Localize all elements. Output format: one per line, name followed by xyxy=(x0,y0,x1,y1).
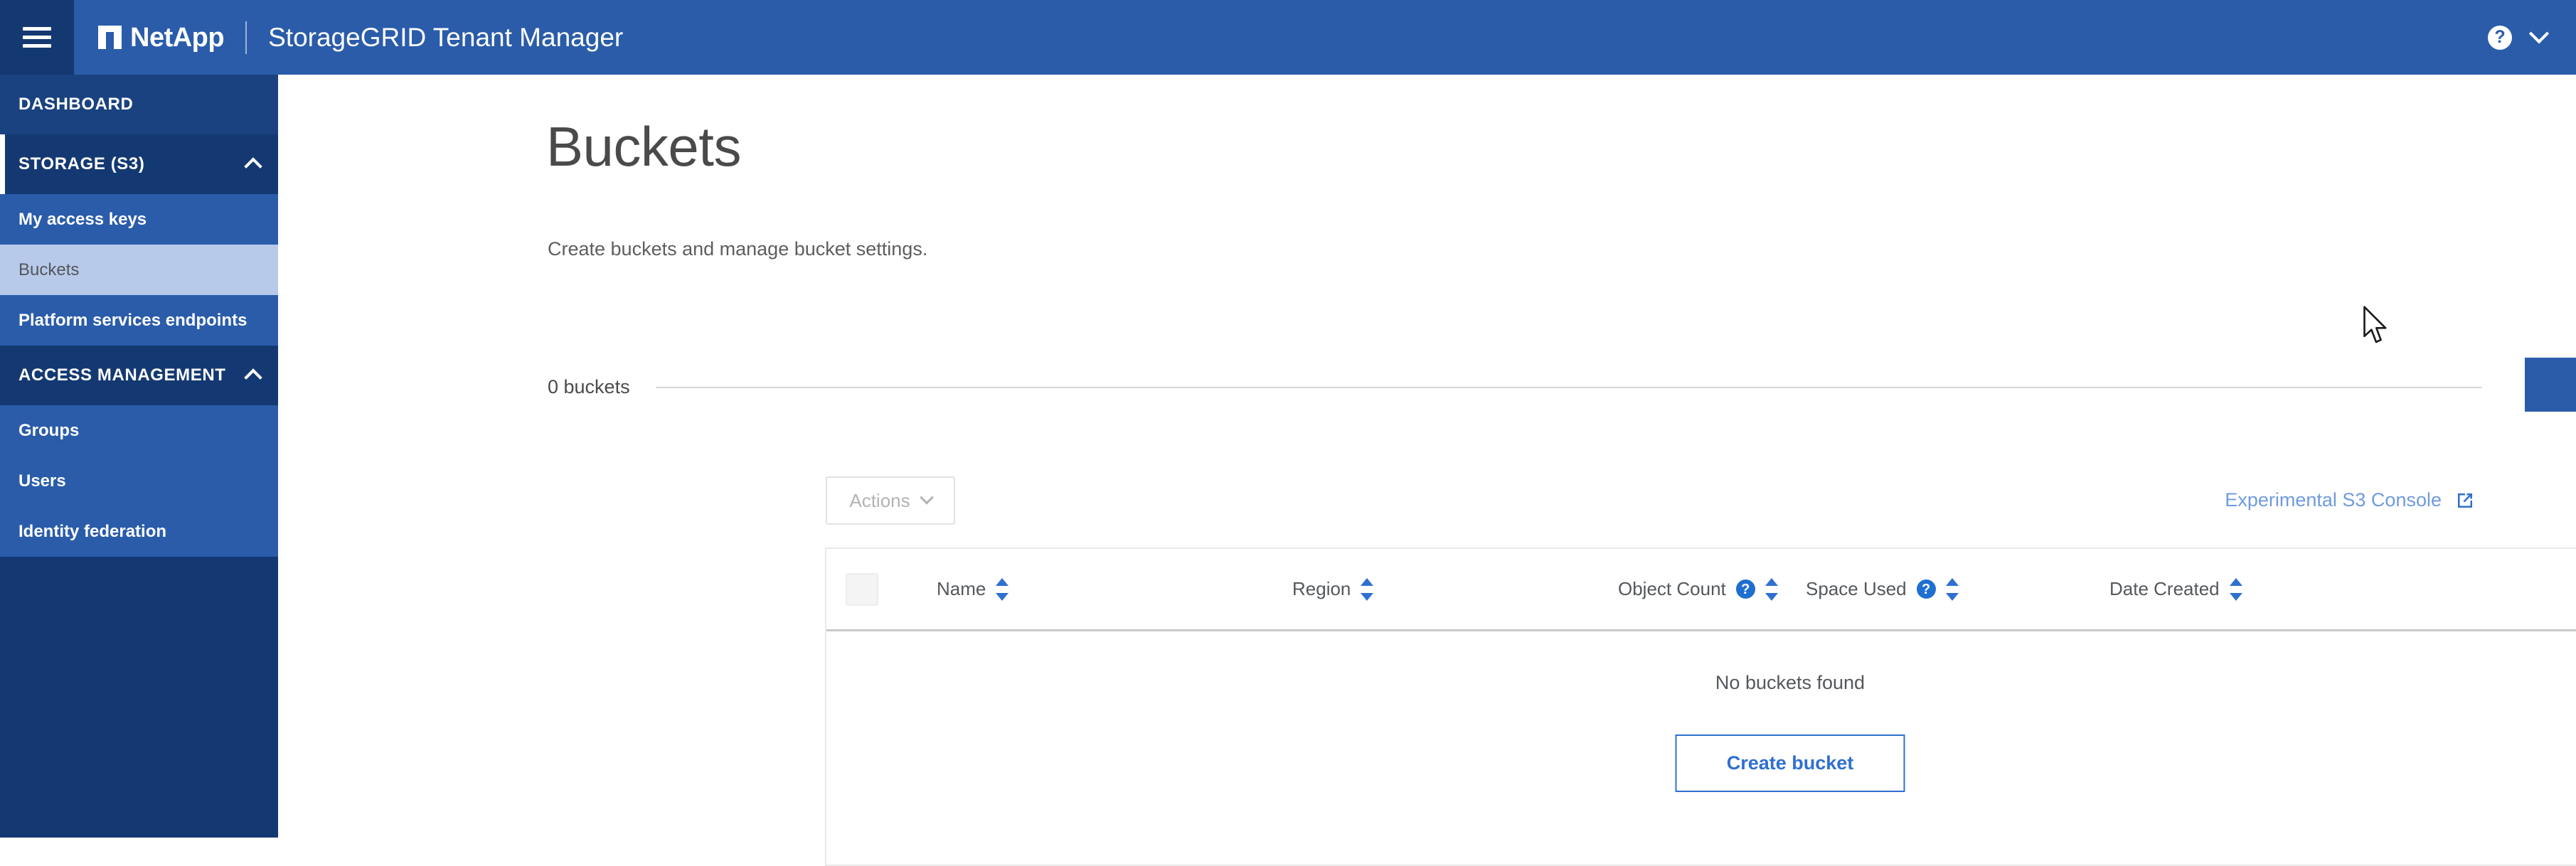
table-empty-state: No buckets found Create bucket xyxy=(826,631,2576,863)
top-bar: NetApp StorageGRID Tenant Manager ? xyxy=(0,0,2576,75)
sidebar-item-label: DASHBOARD xyxy=(18,95,134,114)
sidebar-section-storage[interactable]: STORAGE (S3) xyxy=(0,134,278,194)
empty-state-create-bucket-button[interactable]: Create bucket xyxy=(1675,734,1905,792)
sidebar-section-access-management[interactable]: ACCESS MANAGEMENT xyxy=(0,346,278,405)
sidebar-section-label: ACCESS MANAGEMENT xyxy=(18,365,226,385)
topbar-actions: ? xyxy=(2488,23,2550,50)
sidebar-item-groups[interactable]: Groups xyxy=(0,405,278,456)
create-bucket-button[interactable]: Create bucket xyxy=(2525,358,2576,412)
sidebar-item-label: Identity federation xyxy=(18,521,167,541)
brand: NetApp StorageGRID Tenant Manager xyxy=(98,0,623,75)
brand-divider xyxy=(245,21,248,54)
buckets-table: Name Region Object Count ? Space Used ? … xyxy=(825,547,2576,866)
sidebar-item-my-access-keys[interactable]: My access keys xyxy=(0,194,278,245)
netapp-logo[interactable]: NetApp xyxy=(98,22,225,53)
sidebar-item-label: Buckets xyxy=(18,260,80,279)
hamburger-icon xyxy=(23,22,51,53)
sidebar-item-label: Platform services endpoints xyxy=(18,310,248,330)
column-label: Object Count xyxy=(1618,578,1726,599)
app-title: StorageGRID Tenant Manager xyxy=(268,23,624,52)
chevron-down-icon xyxy=(919,490,934,505)
netapp-wordmark: NetApp xyxy=(130,22,225,53)
bucket-count-label: 0 buckets xyxy=(548,376,630,397)
sidebar-section-label: STORAGE (S3) xyxy=(18,154,145,173)
sidebar-item-buckets[interactable]: Buckets xyxy=(0,245,278,295)
divider xyxy=(655,386,2482,388)
chevron-up-icon xyxy=(244,368,262,387)
table-header-name[interactable]: Name xyxy=(937,577,1009,602)
help-icon[interactable]: ? xyxy=(2488,25,2512,50)
table-header-select-all xyxy=(846,572,878,606)
sidebar-item-label: My access keys xyxy=(18,209,147,229)
table-header-space-used[interactable]: Space Used ? xyxy=(1806,577,1959,602)
actions-dropdown[interactable]: Actions xyxy=(826,476,955,525)
page-title: Buckets xyxy=(546,115,741,178)
page-subtitle: Create buckets and manage bucket setting… xyxy=(548,238,928,260)
sidebar-item-dashboard[interactable]: DASHBOARD xyxy=(0,75,278,134)
external-link-icon xyxy=(2458,493,2472,508)
select-all-checkbox[interactable] xyxy=(846,572,878,606)
table-header-date-created[interactable]: Date Created xyxy=(2109,577,2242,602)
sidebar-item-platform-services-endpoints[interactable]: Platform services endpoints xyxy=(0,295,278,346)
sort-icon[interactable] xyxy=(1765,577,1778,602)
column-label: Name xyxy=(937,578,986,599)
sort-icon[interactable] xyxy=(1361,577,1374,602)
bucket-count-row: 0 buckets xyxy=(548,376,2482,398)
sidebar-item-label: Users xyxy=(18,471,66,491)
column-label: Region xyxy=(1292,578,1351,599)
sort-icon[interactable] xyxy=(1945,577,1959,602)
experimental-s3-console-link[interactable]: Experimental S3 Console xyxy=(2225,489,2476,511)
help-icon[interactable]: ? xyxy=(1735,579,1755,599)
column-label: Space Used xyxy=(1806,578,1907,599)
chevron-up-icon xyxy=(244,157,262,176)
main-content: Buckets Create buckets and manage bucket… xyxy=(278,75,2576,866)
column-label: Date Created xyxy=(2109,578,2220,599)
actions-label: Actions xyxy=(849,489,910,511)
sidebar-item-identity-federation[interactable]: Identity federation xyxy=(0,506,278,557)
netapp-logo-icon xyxy=(98,26,122,49)
sidebar-item-label: Groups xyxy=(18,420,80,440)
sort-icon[interactable] xyxy=(996,577,1009,602)
sidebar: DASHBOARD STORAGE (S3) My access keys Bu… xyxy=(0,75,278,838)
empty-state-message: No buckets found xyxy=(1715,672,1866,693)
table-header-region[interactable]: Region xyxy=(1292,577,1374,602)
sidebar-item-users[interactable]: Users xyxy=(0,456,278,506)
menu-toggle-button[interactable] xyxy=(0,0,74,75)
sort-icon[interactable] xyxy=(2229,577,2242,602)
help-icon[interactable]: ? xyxy=(1916,579,1936,599)
chevron-down-icon[interactable] xyxy=(2528,23,2550,43)
table-header-row: Name Region Object Count ? Space Used ? … xyxy=(826,549,2576,631)
s3-console-label: Experimental S3 Console xyxy=(2225,489,2442,510)
table-header-object-count[interactable]: Object Count ? xyxy=(1618,577,1778,602)
